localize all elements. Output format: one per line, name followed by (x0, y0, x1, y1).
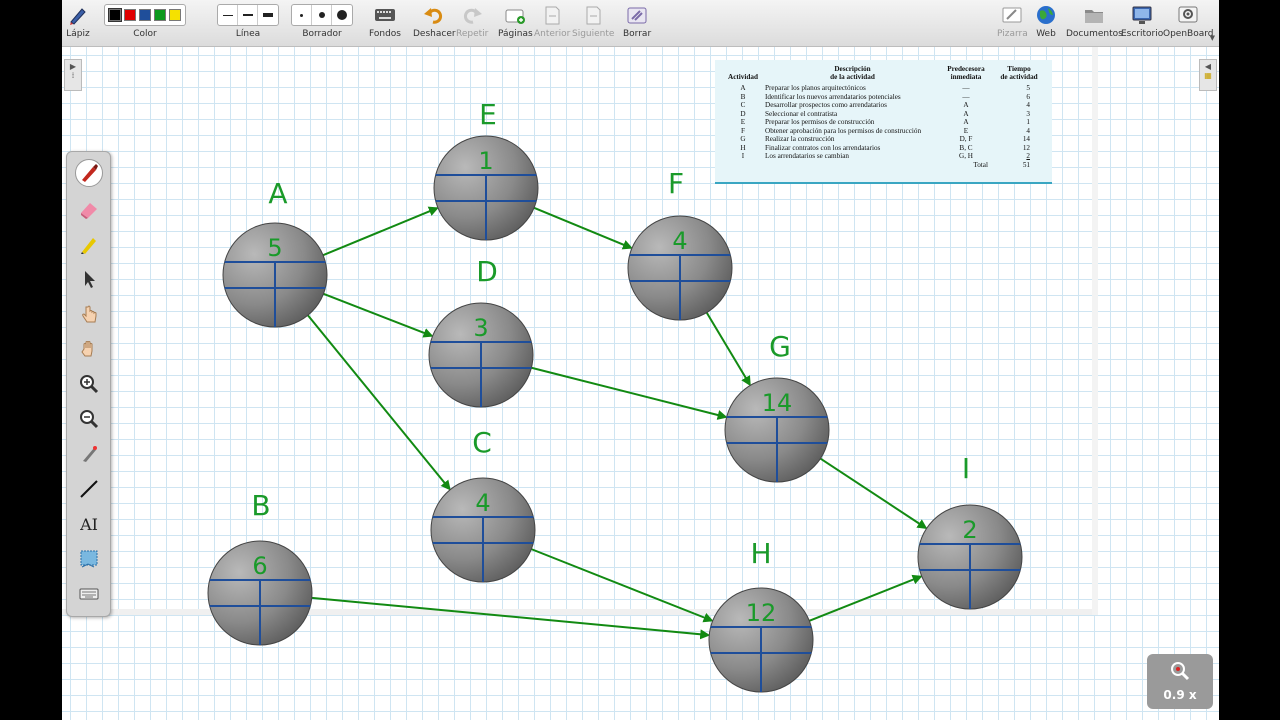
activity-node-H[interactable]: 12 H (708, 537, 814, 693)
node-letter: E (479, 98, 497, 131)
activity-node-C[interactable]: 4C (430, 426, 536, 583)
activity-node-F[interactable]: 4F (627, 167, 733, 321)
edge-E-F (533, 206, 633, 250)
edge-B-H (311, 596, 711, 640)
node-duration: 2 (962, 516, 977, 544)
activity-node-G[interactable]: 14 G (724, 330, 830, 483)
edge-A-D (323, 292, 434, 338)
node-duration: 6 (252, 552, 267, 580)
node-duration: 4 (475, 489, 490, 517)
edge-G-I (819, 457, 928, 529)
zoom-indicator[interactable]: 0.9 x (1147, 654, 1213, 709)
edge-A-C (307, 314, 451, 491)
zoom-level: 0.9 x (1163, 688, 1197, 702)
edge-C-H (530, 548, 714, 623)
activity-node-B[interactable]: 6B (207, 489, 313, 646)
node-duration: 12 (746, 599, 777, 627)
zoom-icon (1169, 660, 1191, 686)
activity-node-E[interactable]: 1E (433, 98, 539, 241)
node-duration: 14 (762, 389, 793, 417)
edge-D-G (531, 366, 728, 420)
edge-A-E (322, 206, 439, 257)
node-letter: F (668, 167, 684, 200)
node-duration: 1 (478, 147, 493, 175)
node-letter: H (750, 537, 771, 570)
edge-H-I (808, 574, 923, 622)
node-letter: I (962, 452, 970, 485)
node-letter: G (769, 330, 791, 363)
activity-node-D[interactable]: 3D (428, 255, 534, 408)
edge-F-G (705, 312, 751, 387)
activity-node-A[interactable]: 5A (222, 177, 328, 328)
activity-node-I[interactable]: 2I (917, 452, 1023, 610)
node-duration: 5 (267, 234, 282, 262)
node-letter: C (472, 426, 492, 459)
openboard-window: Lápiz Color Línea Borrador Fondos Deshac… (62, 0, 1219, 720)
node-duration: 3 (473, 314, 488, 342)
node-duration: 4 (672, 227, 687, 255)
node-letter: B (251, 489, 270, 522)
node-letter: D (476, 255, 498, 288)
node-letter: A (268, 177, 287, 210)
project-network-diagram: 5A6B 4C3D1E4F14G12H2I (207, 98, 1023, 693)
